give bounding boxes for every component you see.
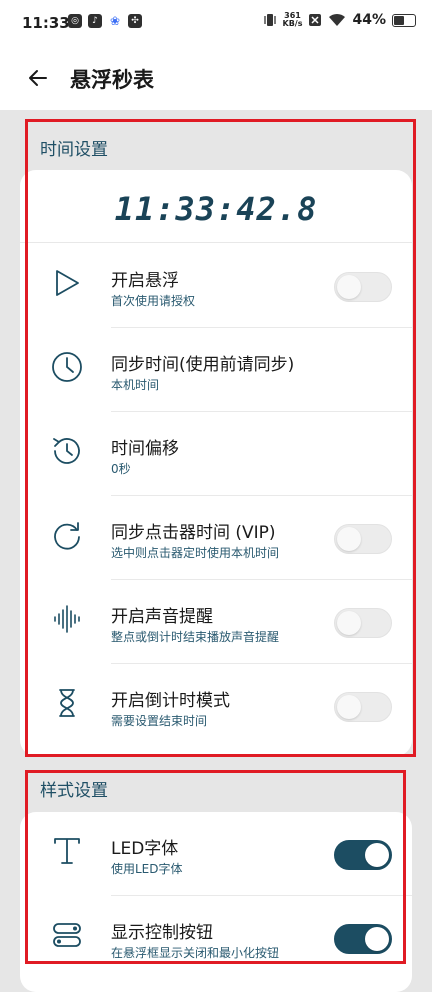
sim-disabled-icon bbox=[309, 14, 322, 26]
notification-icons: ◎ ♪ ❀ ✣ bbox=[68, 14, 142, 28]
page-title: 悬浮秒表 bbox=[70, 68, 154, 92]
battery-percent: 44% bbox=[352, 12, 386, 28]
network-speed: 361 KB/s bbox=[283, 12, 303, 28]
highlight-box-style-settings bbox=[25, 770, 406, 964]
back-arrow-icon[interactable] bbox=[26, 66, 50, 90]
app-notification-icon: ◎ bbox=[68, 14, 82, 28]
vibrate-icon bbox=[263, 14, 276, 26]
battery-icon bbox=[392, 13, 416, 27]
app-bar: 悬浮秒表 bbox=[0, 50, 432, 110]
status-time: 11:33 bbox=[22, 14, 70, 32]
fan-icon: ✣ bbox=[128, 14, 142, 28]
wifi-icon bbox=[329, 13, 346, 26]
flower-icon: ❀ bbox=[108, 14, 122, 28]
tiktok-icon: ♪ bbox=[88, 14, 102, 28]
status-right: 361 KB/s 44% bbox=[263, 12, 416, 28]
status-bar: 11:33 ◎ ♪ ❀ ✣ 361 KB/s 44% bbox=[0, 0, 432, 50]
highlight-box-time-settings bbox=[25, 119, 416, 757]
network-speed-unit: KB/s bbox=[282, 19, 303, 28]
